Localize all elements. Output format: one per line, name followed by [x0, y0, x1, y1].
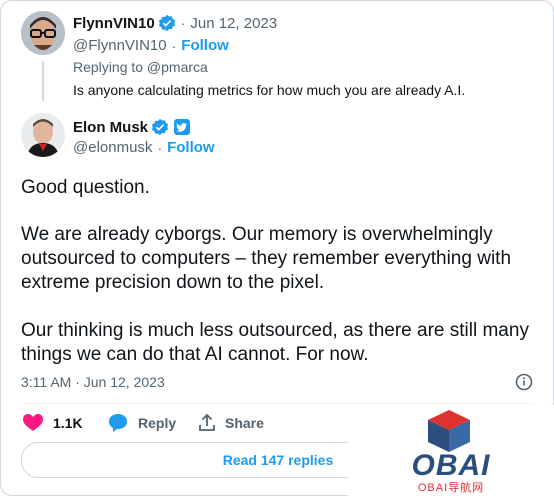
flynn-name[interactable]: FlynnVIN10 — [73, 15, 155, 32]
like-action[interactable]: 1.1K — [23, 414, 83, 432]
flynn-avatar[interactable] — [21, 11, 65, 55]
flynn-follow-button[interactable]: Follow — [181, 37, 229, 54]
twitter-affiliate-icon — [174, 119, 191, 135]
elon-subheader: @elonmusk · Follow — [73, 139, 215, 156]
watermark-logo-text: OBAI — [411, 449, 491, 482]
cube-logo-icon — [428, 410, 470, 452]
elon-name[interactable]: Elon Musk — [73, 119, 148, 136]
reply-bubble-icon — [109, 414, 127, 432]
info-icon[interactable] — [515, 373, 533, 391]
elon-follow-button[interactable]: Follow — [167, 139, 215, 156]
verified-badge-icon — [158, 14, 175, 32]
flynn-handle[interactable]: @FlynnVIN10 — [73, 37, 167, 54]
elon-avatar[interactable] — [21, 113, 65, 157]
replying-to: Replying to @pmarca — [73, 59, 208, 75]
verified-badge-icon — [151, 118, 169, 136]
flynn-tweet-text: Is anyone calculating metrics for how mu… — [73, 82, 466, 98]
like-count: 1.1K — [53, 415, 83, 431]
divider — [21, 403, 533, 404]
elon-header: Elon Musk — [73, 118, 191, 136]
read-replies-label: Read 147 replies — [222, 452, 334, 468]
tweet-paragraph-2: We are already cyborgs. Our memory is ov… — [21, 224, 512, 293]
watermark: OBAI OBAI导航网 — [348, 405, 554, 496]
share-icon — [199, 414, 215, 431]
tweet-timestamp[interactable]: 3:11 AM · Jun 12, 2023 — [21, 374, 165, 390]
watermark-sub-text: OBAI导航网 — [417, 482, 485, 494]
flynn-date[interactable]: Jun 12, 2023 — [190, 15, 277, 32]
flynn-subheader: @FlynnVIN10 · Follow — [73, 37, 229, 54]
elon-handle[interactable]: @elonmusk — [73, 139, 152, 156]
share-action[interactable]: Share — [198, 414, 264, 432]
reply-label: Reply — [138, 415, 177, 431]
flynn-header: FlynnVIN10 · Jun 12, 2023 — [73, 14, 278, 32]
tweet-paragraph-3: Our thinking is much less outsourced, as… — [21, 320, 529, 365]
thread-line — [42, 61, 44, 101]
tweet-paragraph-1: Good question. — [21, 177, 150, 198]
heart-icon — [23, 414, 43, 431]
share-label: Share — [225, 415, 264, 431]
reply-action[interactable]: Reply — [108, 414, 176, 432]
